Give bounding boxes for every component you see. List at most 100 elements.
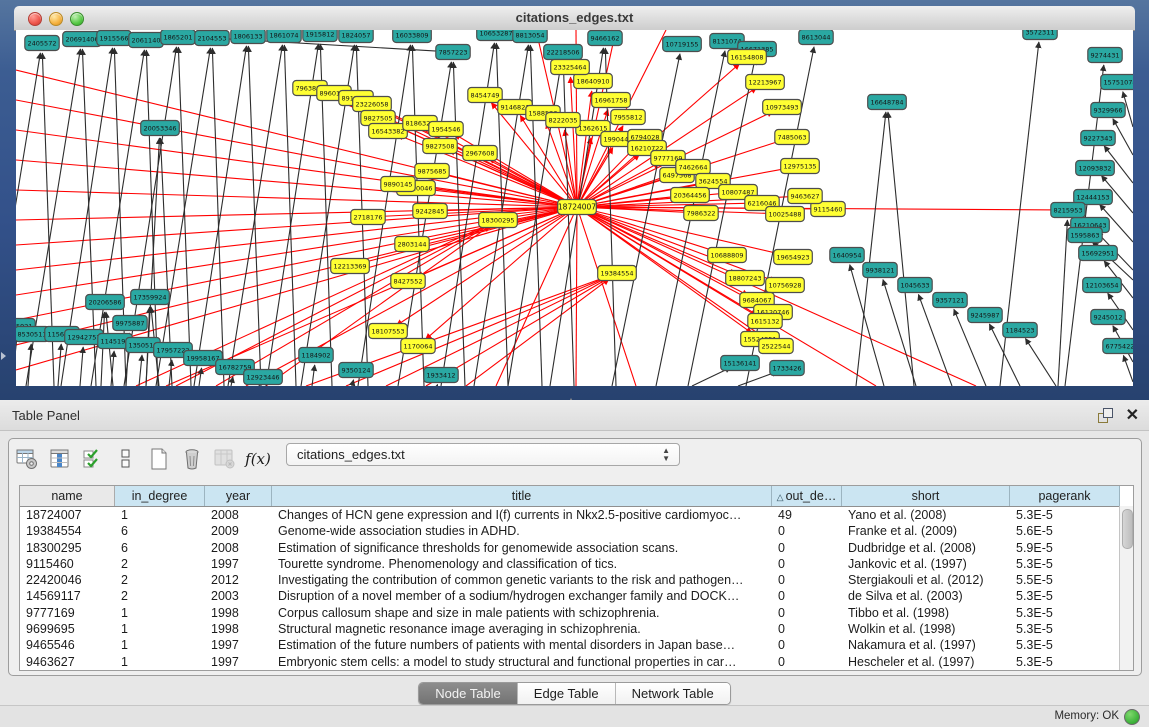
graph-node-20206586[interactable]: 20206586	[86, 295, 125, 310]
column-header-year[interactable]: year	[205, 486, 272, 506]
graph-node-9274431[interactable]: 9274431	[1088, 48, 1122, 63]
graph-node-9875685[interactable]: 9875685	[415, 164, 449, 179]
graph-node-6775422[interactable]: 6775422	[1103, 339, 1133, 354]
graph-node-15751074[interactable]: 15751074	[1101, 75, 1133, 90]
graph-node-12213369[interactable]: 12213369	[331, 259, 370, 274]
graph-node-18807243[interactable]: 18807243	[726, 271, 765, 286]
graph-node-10719155[interactable]: 10719155	[663, 37, 702, 52]
graph-node-10025488[interactable]: 10025488	[766, 207, 805, 222]
graph-node-20364456[interactable]: 20364456	[671, 188, 710, 203]
column-visibility-icon[interactable]	[48, 447, 72, 471]
graph-node-18107553[interactable]: 18107553	[369, 324, 408, 339]
graph-node-9466162[interactable]: 9466162	[588, 31, 622, 46]
graph-node-18640910[interactable]: 18640910	[574, 74, 613, 89]
graph-node-2718176[interactable]: 2718176	[351, 210, 385, 225]
graph-node-9245012[interactable]: 9245012	[1091, 310, 1125, 325]
table-row[interactable]: 977716911998Corpus callosum shape and si…	[20, 605, 1133, 621]
column-header-out_de[interactable]: △out_de…	[772, 486, 842, 506]
graph-node-18724007[interactable]: 18724007	[558, 200, 597, 215]
graph-node-9827508[interactable]: 9827508	[423, 139, 457, 154]
graph-node-9245987[interactable]: 9245987	[968, 308, 1002, 323]
graph-node-9890145[interactable]: 9890145	[381, 177, 415, 192]
graph-node-1824057[interactable]: 1824057	[339, 30, 373, 43]
graph-node-1861074[interactable]: 1861074	[267, 30, 301, 43]
table-options-icon[interactable]	[15, 447, 39, 471]
graph-node-9329966[interactable]: 9329966	[1091, 103, 1125, 118]
graph-node-19384554[interactable]: 19384554	[598, 266, 637, 281]
graph-node-1806133[interactable]: 1806133	[231, 30, 265, 44]
graph-node-15692951[interactable]: 15692951	[1079, 246, 1118, 261]
graph-node-16961758[interactable]: 16961758	[592, 93, 631, 108]
graph-node-1915566[interactable]: 1915566	[97, 31, 131, 46]
graph-node-20053346[interactable]: 20053346	[141, 121, 180, 136]
graph-node-8215953[interactable]: 8215953	[1051, 203, 1085, 218]
graph-node-2405572[interactable]: 2405572	[25, 36, 59, 51]
graph-node-18300295[interactable]: 18300295	[479, 213, 518, 228]
graph-node-8222035[interactable]: 8222035	[546, 113, 580, 128]
graph-node-15136141[interactable]: 15136141	[721, 356, 760, 371]
graph-node-16154808[interactable]: 16154808	[728, 50, 767, 65]
graph-node-16033809[interactable]: 16033809	[393, 30, 432, 43]
table-row[interactable]: 911546021997Tourette syndrome. Phenomeno…	[20, 556, 1133, 572]
graph-node-8454749[interactable]: 8454749	[468, 88, 502, 103]
graph-node-3572311[interactable]: 3572311	[1023, 30, 1057, 40]
graph-node-7955812[interactable]: 7955812	[611, 110, 645, 125]
table-row[interactable]: 1872400712008Changes of HCN gene express…	[20, 507, 1133, 523]
graph-node-9938121[interactable]: 9938121	[863, 263, 897, 278]
table-row[interactable]: 946554611997Estimation of the future num…	[20, 637, 1133, 653]
scrollbar-thumb[interactable]	[1122, 509, 1133, 549]
table-row[interactable]: 946362711997Embryonic stem cells: a mode…	[20, 654, 1133, 670]
graph-node-1933412[interactable]: 1933412	[424, 368, 458, 383]
graph-node-12923446[interactable]: 12923446	[244, 370, 283, 385]
graph-node-1640954[interactable]: 1640954	[830, 248, 864, 263]
column-header-pagerank[interactable]: pagerank	[1010, 486, 1120, 506]
float-panel-icon[interactable]	[1098, 408, 1113, 423]
table-selector-dropdown[interactable]: citations_edges.txt ▲▼	[286, 443, 680, 466]
table-row[interactable]: 2242004622012Investigating the contribut…	[20, 572, 1133, 588]
graph-node-1915812[interactable]: 1915812	[303, 30, 337, 42]
graph-node-9350124[interactable]: 9350124	[339, 363, 373, 378]
table-row[interactable]: 1830029562008Estimation of significance …	[20, 540, 1133, 556]
tab-node-table[interactable]: Node Table	[419, 683, 518, 704]
graph-node-1954546[interactable]: 1954546	[429, 122, 463, 137]
table-row[interactable]: 969969511998Structural magnetic resonanc…	[20, 621, 1133, 637]
delete-column-icon[interactable]	[180, 447, 204, 471]
table-vertical-scrollbar[interactable]	[1119, 506, 1133, 670]
graph-node-2104553[interactable]: 2104553	[195, 31, 229, 46]
function-builder-icon[interactable]: f(x)	[246, 447, 270, 471]
graph-node-8613044[interactable]: 8613044	[799, 30, 833, 45]
graph-node-12975135[interactable]: 12975135	[781, 159, 820, 174]
graph-node-1595863[interactable]: 1595863	[1068, 228, 1102, 243]
tab-edge-table[interactable]: Edge Table	[518, 683, 616, 704]
graph-node-17359924[interactable]: 17359924	[131, 290, 170, 305]
column-header-in_degree[interactable]: in_degree	[115, 486, 205, 506]
graph-node-9463627[interactable]: 9463627	[788, 189, 822, 204]
graph-node-10973493[interactable]: 10973493	[763, 100, 802, 115]
graph-node-22218506[interactable]: 22218506	[544, 45, 583, 60]
graph-node-7986322[interactable]: 7986322	[684, 206, 718, 221]
graph-node-1170064[interactable]: 1170064	[401, 339, 435, 354]
network-view[interactable]: 2405572206914061915566206114018652012104…	[16, 30, 1133, 386]
clear-selection-icon[interactable]	[114, 447, 138, 471]
close-panel-icon[interactable]: ✕	[1126, 405, 1139, 425]
graph-node-9357121[interactable]: 9357121	[933, 293, 967, 308]
graph-node-23325464[interactable]: 23325464	[551, 60, 590, 75]
column-header-title[interactable]: title	[272, 486, 772, 506]
graph-node-19654923[interactable]: 19654923	[774, 250, 813, 265]
graph-node-9242845[interactable]: 9242845	[413, 204, 447, 219]
graph-node-8427552[interactable]: 8427552	[391, 274, 425, 289]
graph-node-12103654[interactable]: 12103654	[1083, 278, 1122, 293]
graph-node-1733426[interactable]: 1733426	[770, 361, 804, 376]
create-column-icon[interactable]	[147, 447, 171, 471]
network-window-titlebar[interactable]: citations_edges.txt	[14, 6, 1135, 31]
graph-node-1045633[interactable]: 1045633	[898, 278, 932, 293]
graph-node-7462664[interactable]: 7462664	[676, 160, 710, 175]
import-table-icon[interactable]	[213, 447, 237, 471]
hidden-panel-grip-icon[interactable]	[1, 352, 6, 360]
graph-node-7485063[interactable]: 7485063	[775, 130, 809, 145]
column-header-name[interactable]: name	[20, 486, 115, 506]
graph-node-2061140[interactable]: 2061140	[129, 33, 163, 48]
graph-node-20691406[interactable]: 20691406	[63, 32, 102, 47]
graph-node-9975887[interactable]: 9975887	[113, 316, 147, 331]
graph-node-2967608[interactable]: 2967608	[463, 146, 497, 161]
